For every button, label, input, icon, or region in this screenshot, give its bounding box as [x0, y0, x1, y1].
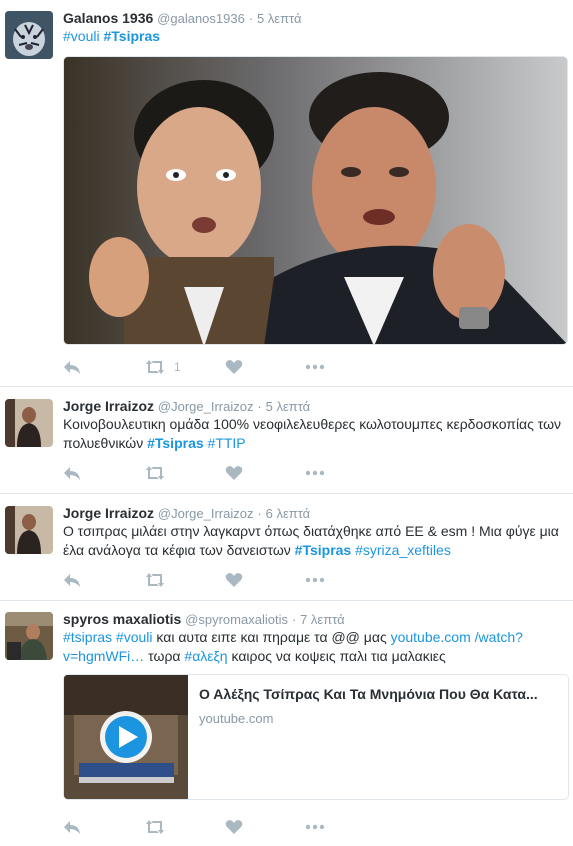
user-avatar-image: [5, 612, 53, 660]
tweet[interactable]: Galanos 1936 @galanos1936 · 5 λεπτά #vou…: [0, 0, 573, 387]
timestamp[interactable]: 7 λεπτά: [300, 612, 345, 627]
more-button[interactable]: [305, 463, 325, 483]
tweet-text: Ο τσιπρας μιλάει στην λαγκαρντ όπως διατ…: [63, 522, 563, 560]
user-avatar-image: [5, 399, 53, 447]
meme-photo-image: [64, 57, 567, 344]
avatar[interactable]: [5, 612, 53, 660]
like-button[interactable]: [225, 357, 243, 377]
hashtag[interactable]: #tsipras: [63, 629, 112, 645]
hashtag[interactable]: #Tsipras: [103, 28, 160, 44]
more-button[interactable]: [305, 570, 325, 590]
reply-button[interactable]: [63, 570, 81, 590]
tweet-text-segment: Κοινοβουλευτικη ομάδα 100% νεοφιλελευθερ…: [63, 416, 562, 451]
video-thumbnail[interactable]: [64, 675, 188, 799]
user-handle[interactable]: @Jorge_Irraizoz: [158, 399, 254, 414]
card-domain: youtube.com: [199, 711, 274, 726]
retweet-button[interactable]: [144, 463, 166, 483]
retweet-icon: [146, 360, 164, 374]
reply-button[interactable]: [63, 817, 81, 837]
video-thumbnail-image: [64, 675, 188, 799]
heart-icon: [225, 466, 243, 480]
tweet-text: Κοινοβουλευτικη ομάδα 100% νεοφιλελευθερ…: [63, 415, 563, 453]
more-icon: [305, 364, 325, 370]
tweet-actions: [63, 817, 363, 837]
user-avatar-image: [5, 506, 53, 554]
reply-icon: [64, 361, 80, 374]
like-button[interactable]: [225, 817, 243, 837]
tweet-text: #vouli #Tsipras: [63, 27, 563, 46]
user-handle[interactable]: @spyromaxaliotis: [185, 612, 288, 627]
like-button[interactable]: [225, 463, 243, 483]
like-button[interactable]: [225, 570, 243, 590]
more-icon: [305, 824, 325, 830]
tweet-photo[interactable]: [63, 56, 568, 345]
timestamp[interactable]: 6 λεπτά: [266, 506, 311, 521]
tweet-text-segment: τωρα: [144, 648, 185, 664]
retweet-count: 1: [174, 360, 181, 374]
separator-dot: ·: [257, 506, 262, 521]
avatar[interactable]: [5, 506, 53, 554]
hashtag[interactable]: #Tsipras: [295, 542, 352, 558]
reply-button[interactable]: [63, 357, 81, 377]
timestamp[interactable]: 5 λεπτά: [257, 11, 302, 26]
tweet-actions: [63, 570, 363, 590]
link-card[interactable]: Ο Αλέξης Τσίπρας Και Τα Μνημόνια Που Θα …: [63, 674, 569, 800]
heart-icon: [225, 573, 243, 587]
tweet[interactable]: spyros maxaliotis @spyromaxaliotis · 7 λ…: [0, 601, 573, 846]
heart-icon: [225, 820, 243, 834]
avatar[interactable]: [5, 11, 53, 59]
tweet-text-segment: και αυτα ειπε και πηραμε τα @@ μας: [152, 629, 391, 645]
hashtag[interactable]: #Tsipras: [147, 435, 204, 451]
hashtag[interactable]: #syriza_xeftiles: [355, 542, 451, 558]
tweet[interactable]: Jorge Irraizoz @Jorge_Irraizoz · 5 λεπτά…: [0, 387, 573, 494]
retweet-icon: [146, 573, 164, 587]
hashtag[interactable]: #αλεξη: [184, 648, 227, 664]
tweet[interactable]: Jorge Irraizoz @Jorge_Irraizoz · 6 λεπτά…: [0, 494, 573, 601]
tweet-text: #tsipras #vouli και αυτα ειπε και πηραμε…: [63, 628, 563, 666]
reply-icon: [64, 821, 80, 834]
tweet-text-segment: καιρος να κοψεις παλι τια μαλακιες: [227, 648, 446, 664]
tiger-avatar-image: [5, 11, 53, 59]
more-icon: [305, 470, 325, 476]
avatar[interactable]: [5, 399, 53, 447]
user-handle[interactable]: @galanos1936: [157, 11, 245, 26]
tweet-feed: Galanos 1936 @galanos1936 · 5 λεπτά #vou…: [0, 0, 573, 846]
separator-dot: ·: [291, 612, 297, 627]
tweet-actions: 1: [63, 357, 363, 377]
heart-icon: [225, 360, 243, 374]
retweet-icon: [146, 466, 164, 480]
retweet-icon: [146, 820, 164, 834]
display-name[interactable]: Jorge Irraizoz: [63, 505, 154, 521]
reply-button[interactable]: [63, 463, 81, 483]
retweet-button[interactable]: 1: [144, 357, 181, 377]
more-button[interactable]: [305, 817, 325, 837]
retweet-button[interactable]: [144, 570, 166, 590]
timestamp[interactable]: 5 λεπτά: [266, 399, 311, 414]
reply-icon: [64, 574, 80, 587]
tweet-actions: [63, 463, 363, 483]
separator-dot: ·: [257, 399, 262, 414]
retweet-button[interactable]: [144, 817, 166, 837]
hashtag[interactable]: #vouli: [116, 629, 153, 645]
hashtag[interactable]: #TTIP: [208, 435, 246, 451]
display-name[interactable]: Jorge Irraizoz: [63, 398, 154, 414]
display-name[interactable]: spyros maxaliotis: [63, 611, 181, 627]
more-icon: [305, 577, 325, 583]
more-button[interactable]: [305, 357, 325, 377]
reply-icon: [64, 467, 80, 480]
separator-dot: ·: [248, 11, 254, 26]
hashtag[interactable]: #vouli: [63, 28, 100, 44]
display-name[interactable]: Galanos 1936: [63, 10, 153, 26]
user-handle[interactable]: @Jorge_Irraizoz: [158, 506, 254, 521]
card-title[interactable]: Ο Αλέξης Τσίπρας Και Τα Μνημόνια Που Θα …: [199, 686, 561, 702]
